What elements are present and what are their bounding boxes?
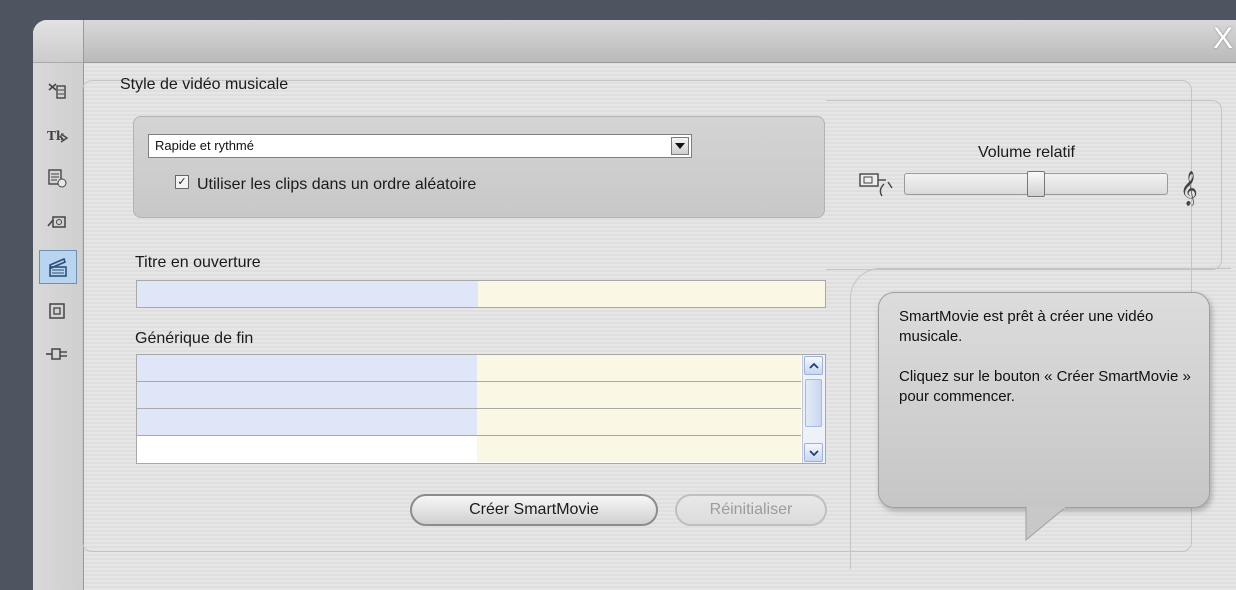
scroll-thumb[interactable] (805, 379, 822, 427)
sidebar-item-edit[interactable] (39, 75, 75, 107)
style-dropdown[interactable]: Rapide et rythmé (148, 134, 692, 158)
sidebar-item-title[interactable]: Tk (39, 120, 75, 152)
help-bubble: SmartMovie est prêt à créer une vidéo mu… (878, 292, 1210, 508)
random-order-checkbox[interactable]: ✓ (175, 175, 189, 189)
table-row[interactable] (137, 355, 801, 382)
title-icon: Tk (47, 129, 69, 143)
chevron-down-icon (808, 449, 819, 456)
plugin-icon (46, 348, 67, 360)
style-box (133, 116, 825, 218)
help-text-ready: SmartMovie est prêt à créer une vidéo mu… (899, 308, 1154, 345)
section-title: Style de vidéo musicale (120, 76, 289, 93)
opening-title-left[interactable] (137, 281, 478, 307)
create-smartmovie-button[interactable]: Créer SmartMovie (410, 494, 658, 526)
sidebar-item-smartmovie[interactable] (39, 250, 77, 284)
scroll-down-button[interactable] (804, 443, 823, 462)
reset-button[interactable]: Réinitialiser (675, 494, 827, 526)
smartmovie-icon (49, 257, 67, 277)
table-row[interactable] (137, 436, 801, 462)
video-volume-icon (859, 173, 893, 197)
chevron-up-icon (808, 362, 819, 369)
menu-icon (48, 169, 67, 188)
chevron-down-icon (675, 143, 685, 149)
end-credits-list[interactable] (136, 354, 826, 464)
style-dropdown-value: Rapide et rythmé (155, 138, 254, 153)
end-credits-label: Générique de fin (135, 330, 254, 347)
frame-icon (49, 303, 65, 319)
sidebar-item-capture[interactable] (39, 206, 75, 238)
opening-title-field[interactable] (136, 280, 826, 308)
sidebar-item-menu[interactable] (39, 162, 75, 194)
music-note-icon: 𝄞 (1180, 171, 1198, 206)
edit-icon (48, 83, 66, 99)
random-order-label: Utiliser les clips dans un ordre aléatoi… (197, 176, 477, 193)
volume-slider-thumb[interactable] (1027, 171, 1045, 197)
volume-label: Volume relatif (978, 144, 1075, 161)
opening-title-right[interactable] (478, 281, 825, 307)
title-bar[interactable]: X (83, 20, 1236, 63)
vertical-scrollbar[interactable] (802, 355, 825, 463)
opening-title-label: Titre en ouverture (135, 254, 261, 271)
sidebar-item-plugin[interactable] (39, 338, 75, 370)
sidebar-item-frame[interactable] (39, 295, 75, 327)
camera-icon (47, 216, 66, 228)
table-row[interactable] (137, 409, 801, 436)
dropdown-arrow-button[interactable] (671, 137, 689, 155)
table-row[interactable] (137, 382, 801, 409)
close-button[interactable]: X (1213, 22, 1233, 56)
bubble-tail (1025, 506, 1067, 542)
help-text-instructions: Cliquez sur le bouton « Créer SmartMovie… (899, 368, 1191, 405)
svg-text:𝄞: 𝄞 (1180, 171, 1198, 206)
sidebar: Tk (33, 20, 84, 590)
scroll-up-button[interactable] (804, 356, 823, 375)
